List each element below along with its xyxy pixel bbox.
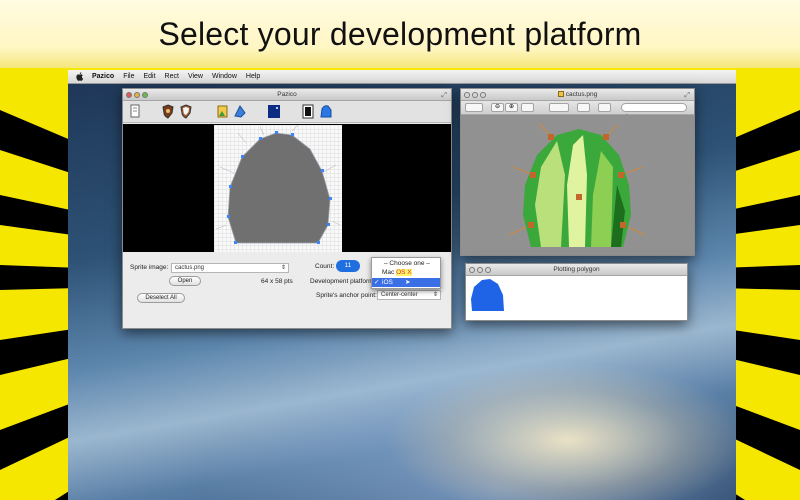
deselect-all-button[interactable]: Deselect All [137, 293, 185, 303]
plotting-window-title: Plotting polygon [553, 266, 600, 273]
checkmark-icon: ✓ [374, 279, 380, 286]
plotting-polygon-window: Plotting polygon [465, 263, 688, 321]
mouse-cursor-icon: ➤ [405, 279, 411, 286]
zoom-out-icon: ⊖ [494, 104, 501, 110]
edit-button[interactable] [598, 103, 611, 112]
anchor-point-value: Center-center [381, 292, 418, 298]
pazico-titlebar[interactable]: Pazico ⤢ [123, 89, 451, 101]
minimize-button[interactable] [477, 267, 483, 273]
menu-window[interactable]: Window [212, 73, 237, 80]
polygon-tool-icon[interactable] [233, 104, 247, 119]
zoom-button[interactable] [142, 92, 148, 98]
document-icon[interactable] [128, 104, 142, 119]
sprite-size-text: 64 x 58 pts [261, 278, 293, 285]
anchor-point-select[interactable]: Center-center ⇕ [377, 290, 441, 300]
blue-shape-icon[interactable] [319, 104, 333, 119]
image-file-icon [557, 91, 564, 98]
frame-icon[interactable] [301, 104, 315, 119]
mac-prefix-text: Mac [382, 269, 397, 276]
caption-band: Select your development platform [0, 0, 800, 68]
menu-rect[interactable]: Rect [165, 73, 179, 80]
minimize-button[interactable] [472, 92, 478, 98]
menu-item-mac-os-x[interactable]: Mac OS X [372, 268, 440, 277]
sprite-image-field[interactable]: cactus.png ⇕ [171, 263, 289, 273]
close-button[interactable] [464, 92, 470, 98]
anchor-point-label: Sprite's anchor point: [316, 292, 377, 299]
sprite-canvas[interactable] [123, 124, 451, 252]
sprite-polygon-graphic[interactable] [214, 124, 342, 252]
rotate-button[interactable] [577, 103, 590, 112]
shield-outline-icon[interactable] [179, 104, 193, 119]
os-x-highlight: OS X [396, 269, 412, 276]
close-button[interactable] [126, 92, 132, 98]
menu-item-choose-one[interactable]: – Choose one – [372, 259, 440, 268]
sprite-image-value: cactus.png [175, 265, 205, 271]
popup-arrows-icon: ⇕ [280, 265, 286, 271]
preview-window-title: cactus.png [565, 91, 598, 98]
development-platform-label: Development platform [310, 278, 374, 285]
menu-app-name[interactable]: Pazico [92, 73, 114, 80]
count-label: Count: [315, 263, 335, 270]
plotting-titlebar[interactable]: Plotting polygon [466, 264, 687, 276]
menu-view[interactable]: View [188, 73, 203, 80]
annotate-button[interactable] [549, 103, 569, 112]
sprite-board[interactable] [214, 124, 342, 252]
search-field[interactable]: ⌕ [621, 103, 687, 119]
preview-toolbar: ⊖ ⊕ ⌕ [461, 101, 694, 119]
share-button[interactable] [521, 103, 534, 112]
popup-arrows-icon: ⇕ [432, 292, 438, 298]
open-button[interactable]: Open [169, 276, 201, 286]
preview-image-area[interactable] [461, 115, 694, 255]
preview-window: cactus.png ⤢ ⊖ ⊕ ⌕ [460, 88, 695, 256]
settings-panel: Sprite image: cactus.png ⇕ Open 64 x 58 … [123, 252, 451, 328]
platform-dropdown-menu: – Choose one – Mac OS X ✓ iOS ➤ [371, 257, 441, 289]
menu-file[interactable]: File [123, 73, 134, 80]
close-button[interactable] [469, 267, 475, 273]
zoom-out-button[interactable]: ⊖ [491, 103, 504, 112]
zoom-button[interactable] [480, 92, 486, 98]
zoom-button[interactable] [485, 267, 491, 273]
preview-titlebar[interactable]: cactus.png ⤢ [461, 89, 694, 101]
apple-icon[interactable] [76, 72, 84, 81]
sprite-thumbnail-icon[interactable] [267, 104, 281, 119]
menu-bar: Pazico File Edit Rect View Window Help [68, 70, 736, 84]
menu-edit[interactable]: Edit [143, 73, 155, 80]
menu-item-ios[interactable]: ✓ iOS ➤ [372, 278, 440, 287]
pazico-window-title: Pazico [277, 91, 297, 98]
sprite-image-label: Sprite image: [130, 264, 169, 271]
polygon-preview-shape [471, 279, 504, 311]
pazico-window: Pazico ⤢ Sprite image: cactus.png ⇕ Open… [122, 88, 452, 329]
image-add-icon[interactable] [216, 104, 230, 119]
count-badge: 11 [336, 260, 360, 272]
zoom-in-icon: ⊕ [508, 104, 515, 110]
cactus-image [508, 122, 646, 247]
menu-help[interactable]: Help [246, 73, 260, 80]
ios-label: iOS [382, 279, 393, 286]
promo-caption: Select your development platform [158, 15, 642, 52]
sidebar-view-button[interactable] [465, 103, 483, 112]
pazico-toolbar [123, 101, 451, 123]
shield-icon[interactable] [161, 104, 175, 119]
minimize-button[interactable] [134, 92, 140, 98]
zoom-in-button[interactable]: ⊕ [505, 103, 518, 112]
